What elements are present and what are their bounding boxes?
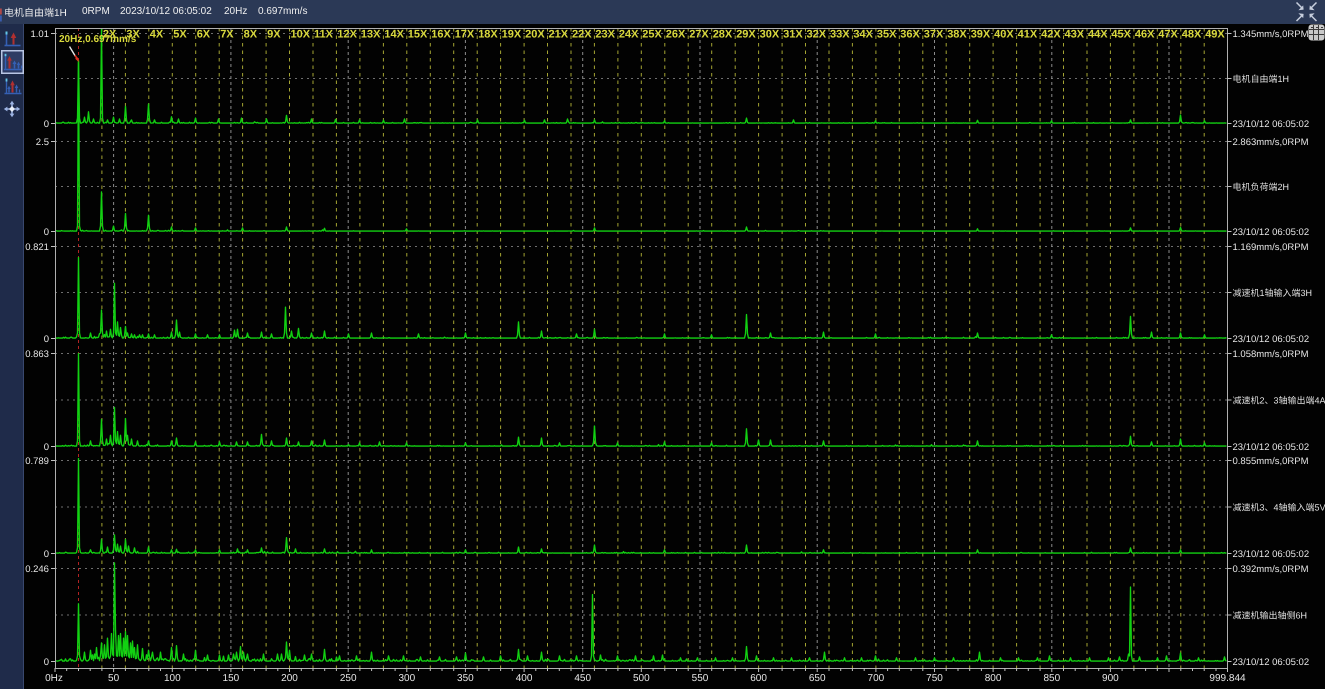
svg-text:500: 500 bbox=[633, 673, 650, 684]
svg-text:30X: 30X bbox=[760, 29, 780, 41]
svg-text:5X: 5X bbox=[173, 29, 187, 41]
svg-text:28X: 28X bbox=[713, 29, 733, 41]
svg-text:39X: 39X bbox=[971, 29, 991, 41]
svg-text:450: 450 bbox=[574, 673, 591, 684]
svg-text:46X: 46X bbox=[1135, 29, 1155, 41]
svg-text:999.844: 999.844 bbox=[1209, 673, 1246, 684]
svg-text:29X: 29X bbox=[736, 29, 756, 41]
svg-text:23/10/12 06:05:02: 23/10/12 06:05:02 bbox=[1233, 442, 1310, 453]
svg-text:42X: 42X bbox=[1041, 29, 1061, 41]
svg-text:350: 350 bbox=[457, 673, 474, 684]
svg-text:0: 0 bbox=[44, 549, 49, 560]
svg-text:1.058mm/s,0RPM: 1.058mm/s,0RPM bbox=[1233, 349, 1309, 360]
svg-text:20X: 20X bbox=[525, 29, 545, 41]
svg-text:1.169mm/s,0RPM: 1.169mm/s,0RPM bbox=[1233, 242, 1309, 253]
svg-text:4X: 4X bbox=[150, 29, 164, 41]
svg-text:250: 250 bbox=[340, 673, 357, 684]
svg-text:750: 750 bbox=[926, 673, 943, 684]
svg-text:48X: 48X bbox=[1182, 29, 1202, 41]
svg-text:23/10/12 06:05:02: 23/10/12 06:05:02 bbox=[1233, 119, 1310, 130]
svg-text:0Hz: 0Hz bbox=[45, 673, 63, 684]
svg-text:36X: 36X bbox=[900, 29, 920, 41]
svg-text:41X: 41X bbox=[1018, 29, 1038, 41]
svg-text:600: 600 bbox=[750, 673, 767, 684]
svg-text:50: 50 bbox=[108, 673, 120, 684]
svg-text:0: 0 bbox=[44, 657, 49, 668]
svg-text:100: 100 bbox=[164, 673, 181, 684]
svg-text:17X: 17X bbox=[455, 29, 475, 41]
svg-text:25X: 25X bbox=[642, 29, 662, 41]
svg-text:45X: 45X bbox=[1111, 29, 1131, 41]
svg-text:0.246: 0.246 bbox=[25, 564, 49, 575]
svg-text:31X: 31X bbox=[783, 29, 803, 41]
svg-text:6X: 6X bbox=[197, 29, 211, 41]
svg-text:23/10/12 06:05:02: 23/10/12 06:05:02 bbox=[1233, 549, 1310, 560]
svg-text:8X: 8X bbox=[244, 29, 258, 41]
svg-text:15X: 15X bbox=[408, 29, 428, 41]
svg-text:19X: 19X bbox=[502, 29, 522, 41]
svg-text:0: 0 bbox=[44, 227, 49, 238]
svg-text:23/10/12 06:05:02: 23/10/12 06:05:02 bbox=[1233, 334, 1310, 345]
svg-text:27X: 27X bbox=[689, 29, 709, 41]
svg-text:12X: 12X bbox=[337, 29, 357, 41]
svg-text:650: 650 bbox=[809, 673, 826, 684]
svg-text:20Hz,0.697mm/s: 20Hz,0.697mm/s bbox=[59, 34, 137, 45]
svg-text:10X: 10X bbox=[291, 29, 311, 41]
svg-text:800: 800 bbox=[985, 673, 1002, 684]
svg-text:1.345mm/s,0RPM: 1.345mm/s,0RPM bbox=[1233, 29, 1309, 40]
svg-text:13X: 13X bbox=[361, 29, 381, 41]
svg-text:34X: 34X bbox=[853, 29, 873, 41]
svg-text:23/10/12 06:05:02: 23/10/12 06:05:02 bbox=[1233, 657, 1310, 668]
svg-text:150: 150 bbox=[223, 673, 240, 684]
svg-text:43X: 43X bbox=[1065, 29, 1085, 41]
svg-text:14X: 14X bbox=[384, 29, 404, 41]
svg-text:44X: 44X bbox=[1088, 29, 1108, 41]
svg-text:32X: 32X bbox=[807, 29, 827, 41]
svg-text:0: 0 bbox=[44, 334, 49, 345]
svg-text:400: 400 bbox=[516, 673, 533, 684]
svg-text:0: 0 bbox=[44, 119, 49, 130]
svg-text:0.789: 0.789 bbox=[25, 456, 49, 467]
svg-text:0.855mm/s,0RPM: 0.855mm/s,0RPM bbox=[1233, 456, 1309, 467]
svg-text:700: 700 bbox=[868, 673, 885, 684]
svg-text:21X: 21X bbox=[549, 29, 569, 41]
svg-text:26X: 26X bbox=[666, 29, 686, 41]
svg-text:23X: 23X bbox=[595, 29, 615, 41]
svg-text:18X: 18X bbox=[478, 29, 498, 41]
svg-text:300: 300 bbox=[398, 673, 415, 684]
svg-text:900: 900 bbox=[1102, 673, 1119, 684]
svg-text:11X: 11X bbox=[314, 29, 334, 41]
svg-text:850: 850 bbox=[1043, 673, 1060, 684]
svg-text:24X: 24X bbox=[619, 29, 639, 41]
svg-text:2.5: 2.5 bbox=[36, 137, 49, 148]
svg-text:33X: 33X bbox=[830, 29, 850, 41]
svg-text:23/10/12 06:05:02: 23/10/12 06:05:02 bbox=[1233, 227, 1310, 238]
svg-text:22X: 22X bbox=[572, 29, 592, 41]
svg-text:200: 200 bbox=[281, 673, 298, 684]
svg-text:49X: 49X bbox=[1205, 29, 1225, 41]
svg-text:1.01: 1.01 bbox=[31, 29, 50, 40]
svg-text:0.821: 0.821 bbox=[25, 242, 49, 253]
svg-text:0: 0 bbox=[44, 442, 49, 453]
svg-text:16X: 16X bbox=[431, 29, 451, 41]
svg-text:47X: 47X bbox=[1158, 29, 1178, 41]
svg-text:37X: 37X bbox=[924, 29, 944, 41]
svg-text:35X: 35X bbox=[877, 29, 897, 41]
svg-text:40X: 40X bbox=[994, 29, 1014, 41]
svg-text:0.863: 0.863 bbox=[25, 349, 49, 360]
svg-text:550: 550 bbox=[692, 673, 709, 684]
svg-text:7X: 7X bbox=[220, 29, 234, 41]
svg-text:0.392mm/s,0RPM: 0.392mm/s,0RPM bbox=[1233, 564, 1309, 575]
svg-text:9X: 9X bbox=[267, 29, 281, 41]
svg-text:2.863mm/s,0RPM: 2.863mm/s,0RPM bbox=[1233, 137, 1309, 148]
svg-text:38X: 38X bbox=[947, 29, 967, 41]
